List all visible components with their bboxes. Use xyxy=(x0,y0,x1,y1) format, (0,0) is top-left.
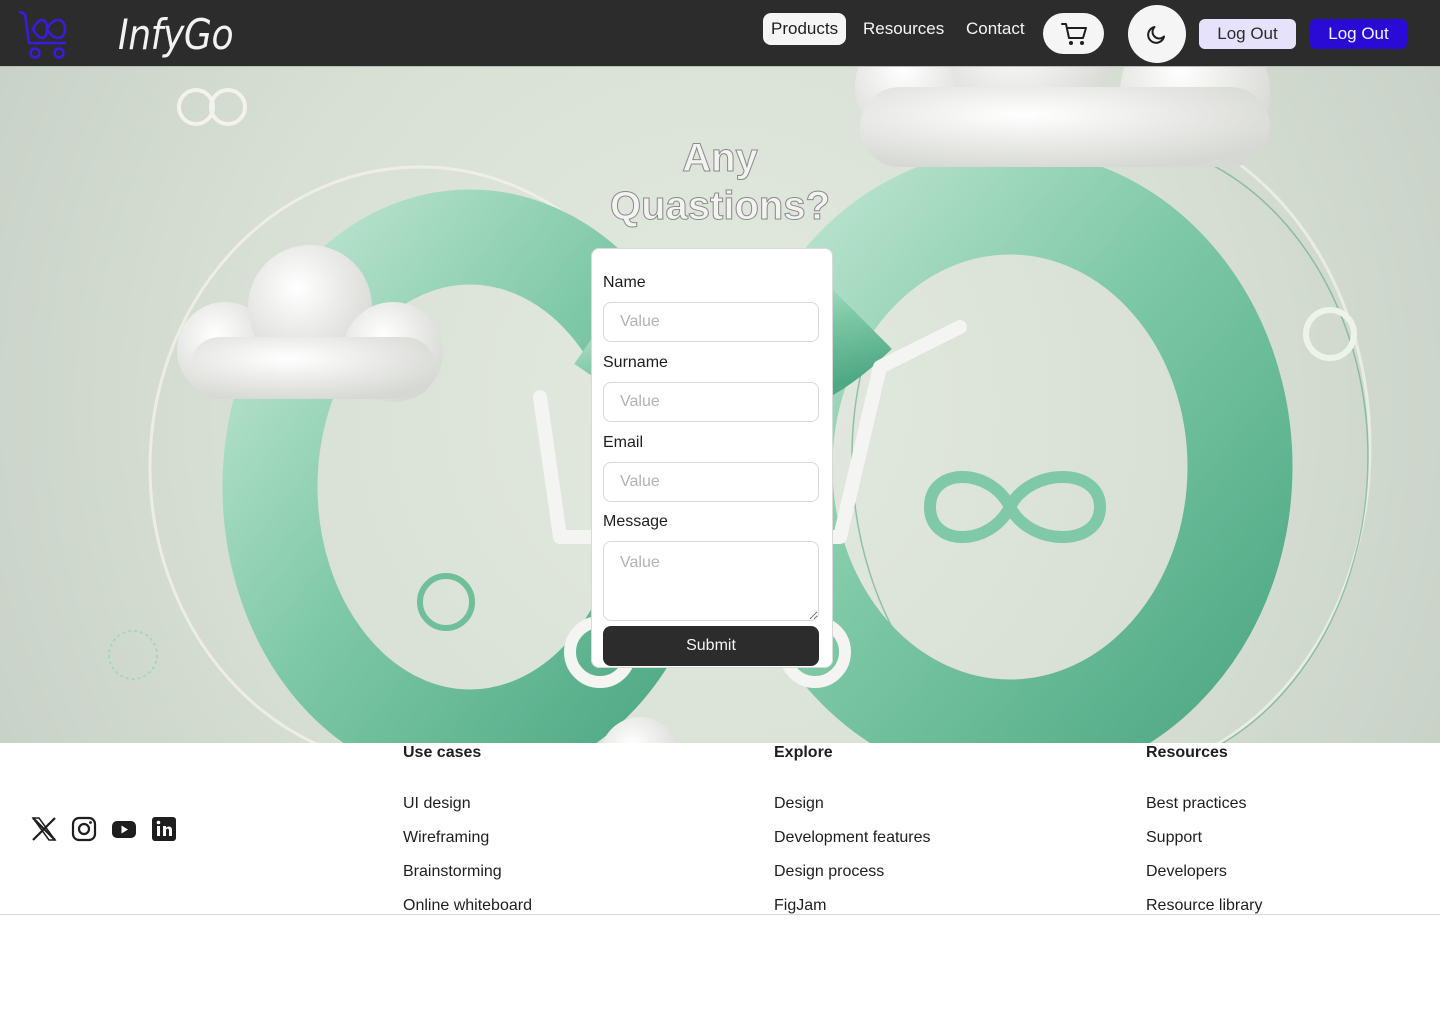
footer-link[interactable]: Development features xyxy=(774,829,931,847)
instagram-icon[interactable] xyxy=(71,816,97,842)
footer-link[interactable]: Developers xyxy=(1146,863,1227,881)
brand-name[interactable]: InfyGo xyxy=(118,10,234,59)
footer-link[interactable]: Design process xyxy=(774,863,884,881)
footer-heading-explore: Explore xyxy=(774,744,833,761)
contact-heading-line1: Any xyxy=(682,136,759,181)
moon-icon xyxy=(1147,26,1165,44)
footer-link[interactable]: Online whiteboard xyxy=(403,897,532,915)
footer-link[interactable]: Support xyxy=(1146,829,1202,847)
youtube-icon[interactable] xyxy=(111,816,137,842)
footer-link[interactable]: Design xyxy=(774,795,824,813)
surname-label: Surname xyxy=(603,354,668,371)
linkedin-icon[interactable] xyxy=(151,816,177,842)
name-label: Name xyxy=(603,274,646,291)
surname-input[interactable] xyxy=(603,382,819,422)
name-input[interactable] xyxy=(603,302,819,342)
footer: Use cases UI design Wireframing Brainsto… xyxy=(0,743,1440,915)
footer-link[interactable]: UI design xyxy=(403,795,471,813)
footer-heading-use-cases: Use cases xyxy=(403,744,482,761)
nav-contact[interactable]: Contact xyxy=(958,13,1033,45)
footer-link[interactable]: Brainstorming xyxy=(403,863,502,881)
footer-link[interactable]: Wireframing xyxy=(403,829,489,847)
email-label: Email xyxy=(603,434,644,451)
logout-button-secondary[interactable]: Log Out xyxy=(1199,19,1296,49)
contact-heading: Any Quastions? xyxy=(0,134,1440,230)
message-label: Message xyxy=(603,513,668,530)
logout-button-primary[interactable]: Log Out xyxy=(1310,19,1407,49)
x-icon[interactable] xyxy=(31,816,57,842)
email-input[interactable] xyxy=(603,462,819,502)
footer-heading-resources: Resources xyxy=(1146,744,1228,761)
theme-toggle-button[interactable] xyxy=(1128,5,1186,63)
hero-section: Any Quastions? Name Surname Email Messag… xyxy=(0,67,1440,743)
footer-link[interactable]: FigJam xyxy=(774,897,826,915)
infygo-logo-icon[interactable] xyxy=(17,9,73,63)
contact-heading-line2: Quastions? xyxy=(609,184,831,229)
nav-resources[interactable]: Resources xyxy=(855,13,952,45)
cart-icon xyxy=(1060,22,1087,45)
submit-button[interactable]: Submit xyxy=(603,626,819,666)
contact-form: Name Surname Email Message Submit xyxy=(591,248,833,668)
footer-link[interactable]: Resource library xyxy=(1146,897,1262,915)
footer-link[interactable]: Best practices xyxy=(1146,795,1246,813)
message-textarea[interactable] xyxy=(603,541,819,621)
cart-button[interactable] xyxy=(1043,13,1104,54)
nav-products[interactable]: Products xyxy=(763,13,847,45)
top-navbar: InfyGo Products Resources Contact Log Ou… xyxy=(0,0,1440,67)
